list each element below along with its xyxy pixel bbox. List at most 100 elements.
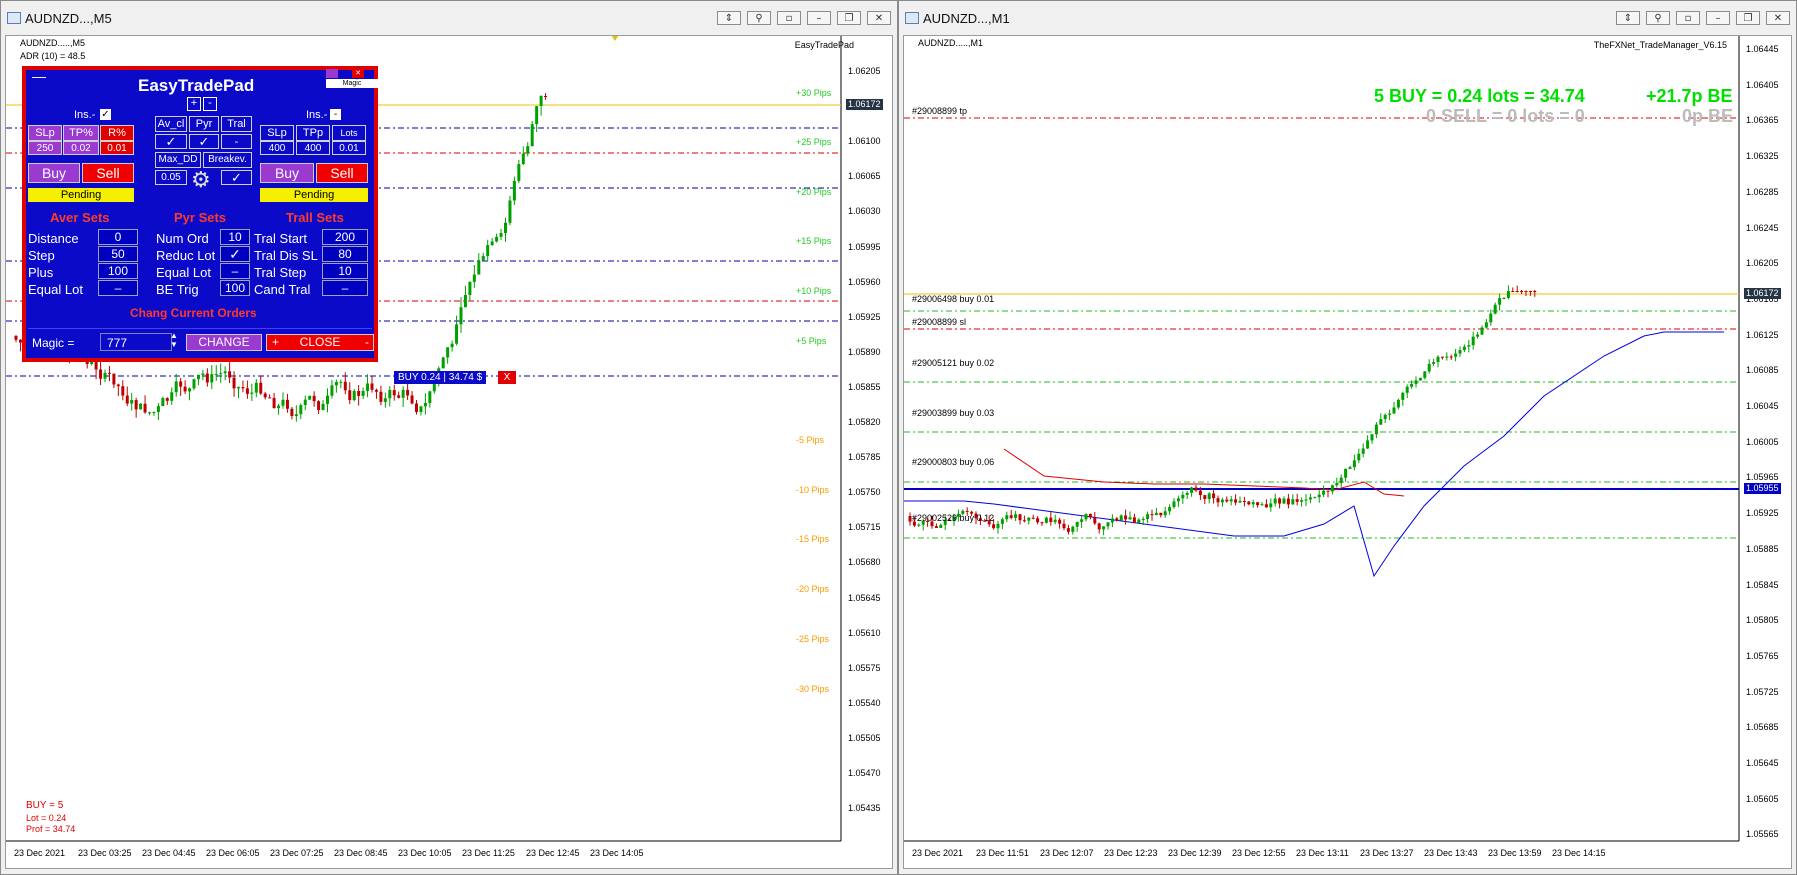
- tile-button[interactable]: ⇕: [717, 11, 741, 25]
- minimize-button[interactable]: –: [807, 11, 831, 25]
- close-button[interactable]: ✕: [867, 11, 891, 25]
- breakeven-price-tag: 1.05955: [1744, 483, 1781, 494]
- pyr-numord-value[interactable]: 10: [220, 229, 250, 245]
- price-scale-label: 1.05685: [1746, 722, 1779, 733]
- left-slp-value[interactable]: 250: [28, 141, 62, 155]
- price-scale-label: 1.05785: [848, 452, 881, 463]
- candle-body: [410, 395, 414, 404]
- tral-header: Tral: [221, 116, 252, 132]
- candle-body: [1269, 503, 1273, 508]
- trall-step-value[interactable]: 10: [322, 263, 368, 279]
- candle-body: [219, 373, 223, 375]
- right-title-bar[interactable]: AUDNZD...,M1 ⇕ ⚲ ▫ – ❐ ✕: [899, 1, 1796, 35]
- candle-body: [361, 390, 365, 396]
- close-orders-button[interactable]: + CLOSE -: [266, 334, 374, 351]
- restore-small-button[interactable]: ▫: [1676, 11, 1700, 25]
- right-sell-button[interactable]: Sell: [316, 163, 368, 183]
- left-tp-value[interactable]: 0.02: [63, 141, 99, 155]
- trall-start-value[interactable]: 200: [322, 229, 368, 245]
- left-ins-checkbox[interactable]: ✓: [100, 109, 111, 120]
- maximize-button[interactable]: ❐: [1736, 11, 1760, 25]
- magic-stepper-icon[interactable]: ▲ ▼: [170, 331, 178, 349]
- panel-close-x-icon[interactable]: ✕: [352, 69, 364, 78]
- aver-plus-value[interactable]: 100: [98, 263, 138, 279]
- candle-body: [1423, 371, 1427, 378]
- candle-body: [1172, 501, 1176, 508]
- candle-body: [1005, 515, 1009, 520]
- close-minus-icon[interactable]: -: [365, 335, 369, 350]
- candle-body: [1317, 494, 1321, 498]
- breakev-checkbox[interactable]: ✓: [221, 170, 252, 185]
- stats-sell: 0 SELL = 0 lots = 0: [1426, 106, 1585, 126]
- magic-toggle[interactable]: Magic: [326, 79, 378, 88]
- settings-gear-icon[interactable]: ⚙: [191, 168, 211, 193]
- left-r-value[interactable]: 0.01: [100, 141, 134, 155]
- candle-body: [285, 399, 289, 409]
- candle-body: [1247, 501, 1251, 505]
- candle-body: [1260, 504, 1264, 506]
- aver-equallot-value[interactable]: –: [98, 280, 138, 296]
- maximize-button[interactable]: ❐: [837, 11, 861, 25]
- time-scale-label: 23 Dec 2021: [912, 848, 964, 858]
- panel-bottom-bar: Magic = 777 ▲ ▼ CHANGE + CLOSE -: [28, 328, 374, 357]
- panel-minimize-button[interactable]: —: [32, 68, 46, 84]
- ea-name-label: EasyTradePad: [794, 40, 854, 50]
- panel-minus-button[interactable]: -: [203, 97, 217, 111]
- price-scale-label: 1.06405: [1746, 79, 1779, 90]
- left-pending-button[interactable]: Pending: [28, 188, 134, 202]
- position-tag[interactable]: BUY 0.24 | 34.74 $: [394, 371, 487, 384]
- tile-button[interactable]: ⇕: [1616, 11, 1640, 25]
- avcl-checkbox[interactable]: ✓: [155, 134, 187, 149]
- close-plus-icon[interactable]: +: [272, 335, 279, 350]
- change-button[interactable]: CHANGE: [186, 334, 262, 351]
- panel-small-button-1[interactable]: [326, 69, 338, 78]
- aver-step-value[interactable]: 50: [98, 246, 138, 262]
- panel-plus-button[interactable]: +: [187, 97, 201, 111]
- aver-distance-value[interactable]: 0: [98, 229, 138, 245]
- right-candlestick-chart: [904, 36, 1740, 842]
- candle-body: [130, 400, 134, 404]
- trall-dissl-value[interactable]: 80: [322, 246, 368, 262]
- minimize-button[interactable]: –: [1706, 11, 1730, 25]
- right-ins-checkbox[interactable]: -: [330, 109, 341, 120]
- price-scale-label: 1.05435: [848, 803, 881, 814]
- left-sell-button[interactable]: Sell: [82, 163, 134, 183]
- magic-label: Magic =: [32, 336, 75, 350]
- candle-body: [303, 399, 307, 406]
- trall-candtral-value[interactable]: –: [322, 280, 368, 296]
- restore-small-button[interactable]: ▫: [777, 11, 801, 25]
- chart-window-icon: [7, 12, 21, 24]
- right-buy-button[interactable]: Buy: [260, 163, 314, 183]
- candle-body: [237, 387, 240, 389]
- price-scale-label: 1.05725: [1746, 686, 1779, 697]
- pin-button[interactable]: ⚲: [1646, 11, 1670, 25]
- shift-marker-icon: [612, 36, 618, 41]
- pyr-betrig-value[interactable]: 100: [220, 280, 250, 296]
- magic-input[interactable]: 777: [100, 333, 172, 351]
- right-chart-area[interactable]: AUDNZD.....,M1 TheFXNet_TradeManager_V6.…: [903, 35, 1792, 869]
- pip-level-label: -25 Pips: [796, 634, 830, 644]
- pin-button[interactable]: ⚲: [747, 11, 771, 25]
- candle-body: [1036, 518, 1040, 523]
- candle-body: [121, 386, 125, 396]
- pyr-checkbox[interactable]: ✓: [189, 134, 219, 149]
- right-slp-value[interactable]: 400: [260, 141, 294, 155]
- right-pending-button[interactable]: Pending: [260, 188, 368, 202]
- candle-body: [152, 412, 156, 414]
- position-close-button[interactable]: X: [498, 371, 516, 384]
- candle-body: [334, 381, 338, 386]
- maxdd-value[interactable]: 0.05: [155, 170, 187, 185]
- right-lots-value[interactable]: 0.01: [332, 141, 366, 155]
- left-title-bar[interactable]: AUDNZD...,M5 ⇕ ⚲ ▫ – ❐ ✕: [1, 1, 897, 35]
- price-scale-label: 1.05765: [1746, 650, 1779, 661]
- candle-body: [343, 381, 347, 391]
- candle-body: [196, 374, 200, 380]
- right-tpp-value[interactable]: 400: [296, 141, 330, 155]
- close-button[interactable]: ✕: [1766, 11, 1790, 25]
- left-buy-button[interactable]: Buy: [28, 163, 80, 183]
- panel-title: EasyTradePad: [138, 76, 255, 95]
- tral-checkbox[interactable]: -: [221, 134, 252, 149]
- pyr-equallot-value[interactable]: –: [220, 263, 250, 279]
- pyr-reduclot-checkbox[interactable]: ✓: [220, 246, 250, 262]
- stats-buy: 5 BUY = 0.24 lots = 34.74: [1374, 86, 1585, 106]
